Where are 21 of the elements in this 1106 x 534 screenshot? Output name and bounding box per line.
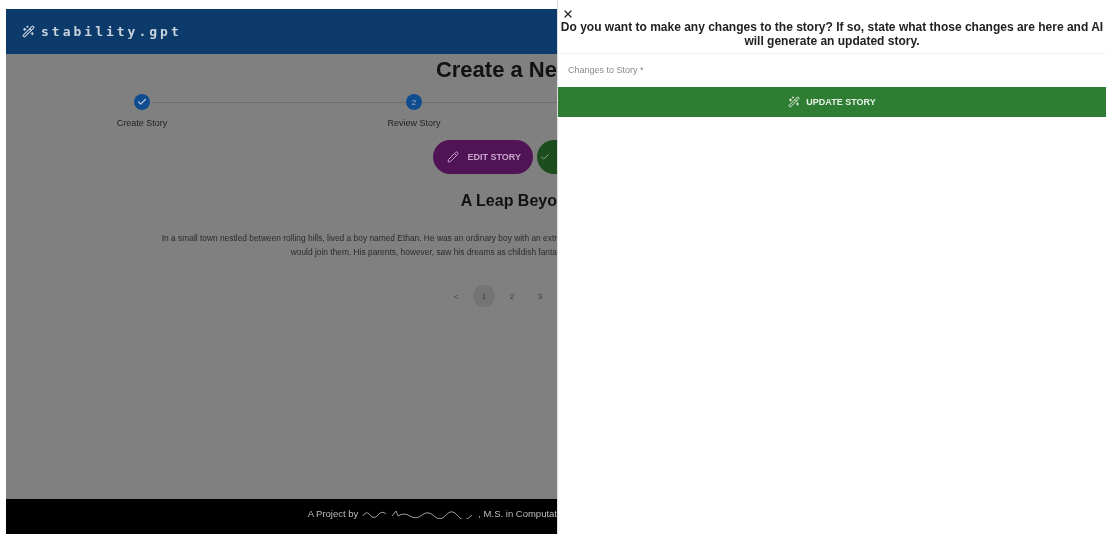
wand-icon [788,95,801,108]
edit-story-button[interactable]: EDIT STORY [433,140,533,174]
close-icon [562,8,574,20]
drawer-question: Do you want to make any changes to the story? If so, state what those changes are here and AI will generate an updated story. [559,20,1105,51]
footer-text: A Project by [307,508,359,519]
update-story-button[interactable]: UPDATE STORY [558,86,1106,117]
footer-text: , M.S. in Computat [478,508,557,519]
pencil-icon [447,151,460,163]
page-button[interactable]: 2 [501,285,523,307]
story-text: would join them. His parents, however, saw his dreams as childish fanta [290,247,557,257]
confirm-button[interactable] [537,140,557,174]
page-title: Create a Ne [435,57,557,83]
check-icon [540,152,550,162]
story-text: In a small town nestled between rolling hills, lived a boy named Ethan. He was an ordinary boy with an extr [161,233,557,243]
app-logo: stability.gpt [41,24,182,39]
page-button[interactable]: < [445,285,467,307]
step-indicator: 2 [406,94,422,110]
step-label: Review Story [387,118,441,128]
step-label: Create Story [116,118,168,128]
story-title: A Leap Beyo [460,192,557,210]
wand-icon [22,25,35,38]
